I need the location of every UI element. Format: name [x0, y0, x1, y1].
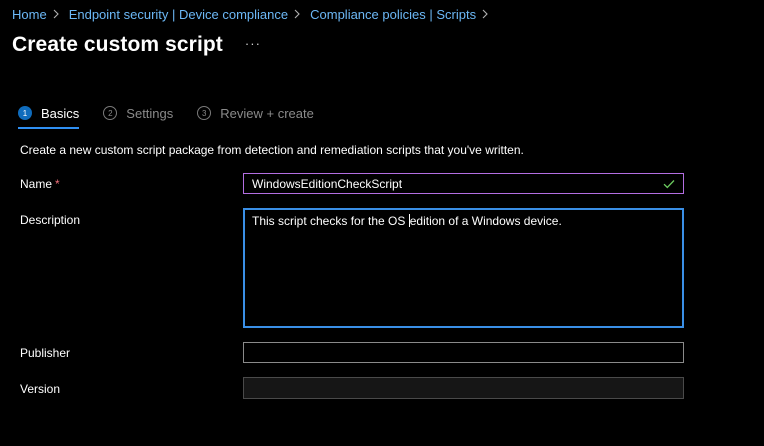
chevron-right-icon: [482, 8, 492, 20]
more-icon[interactable]: ···: [245, 37, 261, 50]
step-label: Settings: [126, 105, 174, 121]
description-text-before-caret: This script checks for the OS: [252, 214, 409, 228]
description-text: This script checks for the OS edition of…: [252, 214, 562, 228]
wizard-steps: 1 Basics 2 Settings 3 Review + create: [18, 103, 338, 129]
description-field-label: Description: [20, 213, 81, 227]
name-input[interactable]: WindowsEditionCheckScript: [243, 173, 684, 194]
chevron-right-icon: [294, 8, 304, 20]
wizard-step-settings[interactable]: 2 Settings: [103, 103, 173, 123]
page-title: Create custom script: [12, 33, 223, 56]
wizard-step-review-create[interactable]: 3 Review + create: [197, 103, 314, 123]
name-label-text: Name: [20, 177, 53, 191]
name-input-value: WindowsEditionCheckScript: [252, 176, 403, 191]
title-row: Create custom script ···: [12, 31, 261, 59]
version-input[interactable]: [243, 377, 684, 399]
publisher-input[interactable]: [243, 342, 684, 363]
required-indicator: *: [55, 177, 60, 191]
form-intro-text: Create a new custom script package from …: [20, 143, 524, 157]
step-label: Review + create: [220, 105, 314, 121]
active-step-indicator: [18, 127, 80, 129]
chevron-right-icon: [53, 8, 63, 20]
wizard-step-basics[interactable]: 1 Basics: [18, 103, 80, 129]
name-field-label: Name *: [20, 177, 60, 191]
step-label: Basics: [41, 105, 80, 121]
description-textarea[interactable]: This script checks for the OS edition of…: [243, 208, 684, 328]
step-number-badge: 2: [103, 106, 118, 120]
checkmark-icon: [663, 179, 675, 189]
breadcrumb-compliance-scripts-link[interactable]: Compliance policies | Scripts: [310, 7, 476, 22]
publisher-field-label: Publisher: [20, 346, 71, 360]
step-number-badge: 3: [197, 106, 212, 120]
breadcrumb-home-link[interactable]: Home: [12, 7, 47, 22]
step-number-badge: 1: [18, 106, 32, 120]
breadcrumb: Home Endpoint security | Device complian…: [12, 5, 498, 23]
breadcrumb-device-compliance-link[interactable]: Endpoint security | Device compliance: [69, 7, 288, 22]
version-field-label: Version: [20, 382, 61, 396]
description-text-after-caret: edition of a Windows device.: [409, 214, 562, 228]
